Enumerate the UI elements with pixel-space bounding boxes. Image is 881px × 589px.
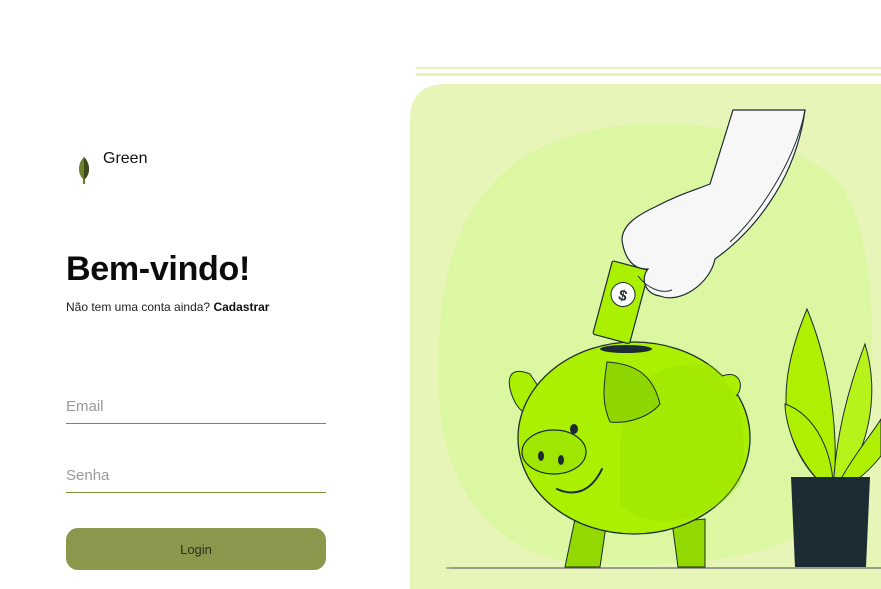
brand-logo: Green xyxy=(76,150,147,186)
login-button[interactable]: Login xyxy=(66,528,326,570)
signup-prompt-text: Não tem uma conta ainda? xyxy=(66,300,211,314)
email-input[interactable] xyxy=(66,398,326,423)
signup-link[interactable]: Cadastrar xyxy=(213,300,269,314)
password-field-wrapper xyxy=(66,467,326,493)
leaf-icon xyxy=(78,157,90,184)
page-title: Bem-vindo! xyxy=(66,250,251,288)
password-input[interactable] xyxy=(66,467,326,492)
email-field-wrapper xyxy=(66,398,326,424)
piggy-bank-illustration: $ xyxy=(410,67,881,589)
brand-name: Green xyxy=(103,150,148,167)
signup-prompt: Não tem uma conta ainda? Cadastrar xyxy=(66,300,269,314)
